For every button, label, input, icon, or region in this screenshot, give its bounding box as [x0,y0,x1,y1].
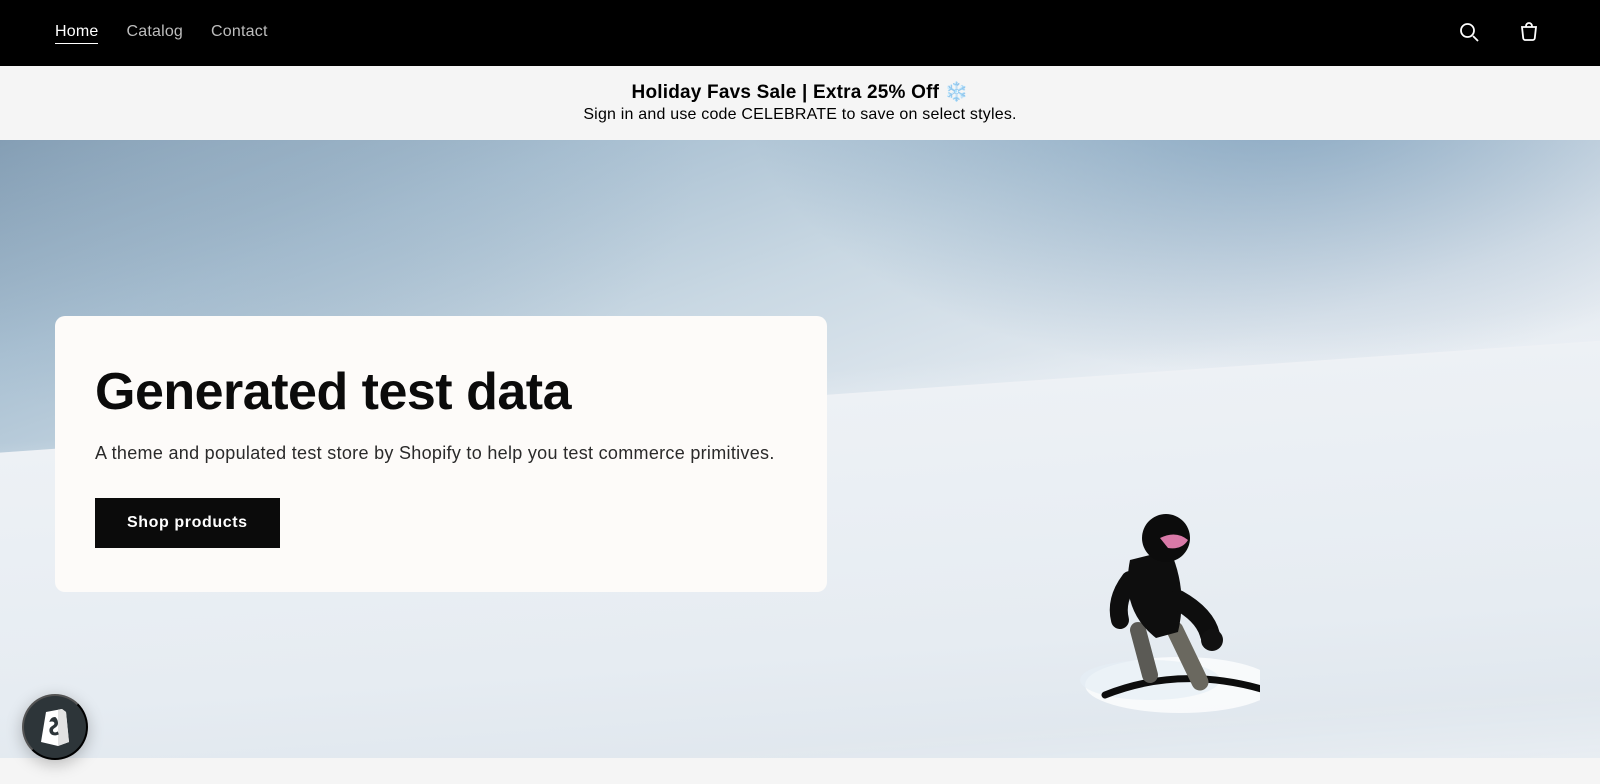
announcement-subtext: Sign in and use code CELEBRATE to save o… [0,106,1600,124]
nav-link-home[interactable]: Home [55,23,98,44]
announcement-headline: Holiday Favs Sale | Extra 25% Off ❄️ [0,80,1600,104]
hero-description: A theme and populated test store by Shop… [95,443,787,464]
hero-section: Generated test data A theme and populate… [0,140,1600,758]
shop-products-button[interactable]: Shop products [95,498,280,548]
hero-title: Generated test data [95,364,787,421]
search-button[interactable] [1453,16,1485,51]
announcement-bar: Holiday Favs Sale | Extra 25% Off ❄️ Sig… [0,66,1600,140]
nav-link-contact[interactable]: Contact [211,23,268,44]
cart-icon [1517,20,1541,47]
search-icon [1457,20,1481,47]
nav-link-catalog[interactable]: Catalog [126,23,183,44]
shopify-badge-button[interactable] [22,694,88,760]
primary-nav: Home Catalog Contact [55,23,268,44]
hero-card: Generated test data A theme and populate… [55,316,827,592]
cart-button[interactable] [1513,16,1545,51]
header-actions [1453,16,1545,51]
site-header: Home Catalog Contact [0,0,1600,66]
shopify-icon [36,706,74,748]
